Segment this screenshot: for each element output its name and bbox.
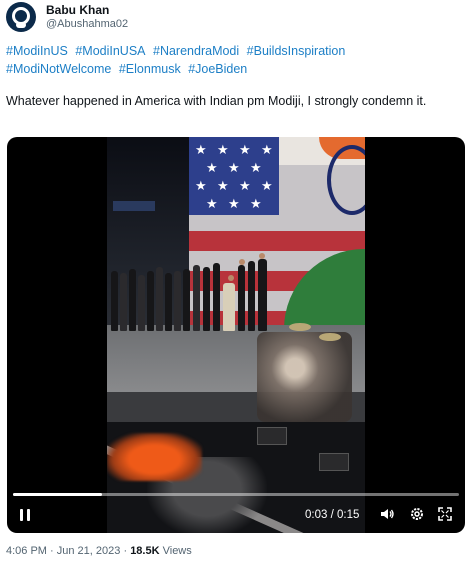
- star-icon: ★: [217, 178, 229, 193]
- hashtag-list: #ModiInUS #ModiInUSA #NarendraModi #Buil…: [6, 42, 466, 78]
- views-count: 18.5K: [130, 545, 160, 557]
- fullscreen-icon[interactable]: [437, 506, 453, 522]
- cymbal-shape: [289, 323, 311, 331]
- meta-separator: ·: [123, 545, 128, 557]
- person-figure: [238, 265, 245, 331]
- star-icon: ★: [228, 160, 240, 175]
- tweet-header: Babu Khan @Abushahma02: [6, 0, 128, 34]
- star-icon: ★: [250, 196, 262, 211]
- video-current-time: 0:03: [305, 509, 328, 521]
- foreground-orange-blur: [107, 433, 202, 481]
- video-player[interactable]: ★ ★ ★ ★ ★ ★ ★ ★ ★ ★ ★ ★ ★ ★ 0:03 / 0:15: [7, 137, 465, 533]
- star-icon: ★: [239, 142, 251, 157]
- video-time-display: 0:03 / 0:15: [305, 509, 359, 521]
- star-icon: ★: [195, 142, 207, 157]
- tweet-meta: 4:06 PM · Jun 21, 2023 · 18.5K Views: [6, 545, 192, 557]
- chakra-wheel-icon: [327, 145, 365, 215]
- person-figure: [165, 273, 172, 331]
- video-frame: ★ ★ ★ ★ ★ ★ ★ ★ ★ ★ ★ ★ ★ ★: [107, 137, 365, 533]
- hashtag-link[interactable]: #NarendraModi: [153, 44, 239, 58]
- hashtag-link[interactable]: #BuildsInspiration: [247, 44, 346, 58]
- people-on-stage: [107, 231, 277, 331]
- hashtag-link[interactable]: #ModiInUS: [6, 44, 68, 58]
- person-figure: [248, 261, 255, 331]
- video-duration: 0:15: [337, 509, 360, 521]
- star-icon: ★: [206, 160, 218, 175]
- pause-icon[interactable]: [17, 507, 33, 523]
- flag-canton: ★ ★ ★ ★ ★ ★ ★ ★ ★ ★ ★ ★ ★ ★: [189, 137, 279, 215]
- settings-gear-icon[interactable]: [409, 506, 425, 522]
- star-icon: ★: [261, 178, 273, 193]
- person-head: [259, 253, 265, 259]
- star-icon: ★: [228, 196, 240, 211]
- person-head: [239, 259, 245, 265]
- tweet-text: Whatever happened in America with Indian…: [6, 94, 427, 108]
- drum-kit: [257, 332, 352, 422]
- person-figure: [138, 275, 145, 331]
- star-icon: ★: [195, 178, 207, 193]
- person-figure: [120, 273, 127, 331]
- hashtag-link[interactable]: #JoeBiden: [188, 62, 247, 76]
- arena-sign-shape: [113, 201, 155, 211]
- star-icon: ★: [206, 196, 218, 211]
- star-icon: ★: [239, 178, 251, 193]
- video-progress-bar[interactable]: [13, 493, 459, 496]
- star-icon: ★: [250, 160, 262, 175]
- person-figure: [183, 269, 190, 331]
- avatar-tail-shape: [16, 22, 26, 28]
- person-head: [228, 275, 234, 281]
- views-label: Views: [162, 545, 192, 557]
- tweet-date[interactable]: Jun 21, 2023: [57, 545, 121, 557]
- tweet: Babu Khan @Abushahma02 #ModiInUS #ModiIn…: [0, 0, 472, 562]
- person-figure: [147, 271, 154, 331]
- video-progress-fill: [13, 493, 103, 496]
- hashtag-link[interactable]: #ModiNotWelcome: [6, 62, 111, 76]
- cymbal-shape: [319, 333, 341, 341]
- star-icon: ★: [217, 142, 229, 157]
- person-figure: [129, 269, 136, 331]
- hashtag-link[interactable]: #ModiInUSA: [75, 44, 145, 58]
- person-figure: [258, 259, 267, 331]
- person-figure: [111, 271, 118, 331]
- avatar[interactable]: [6, 2, 36, 32]
- person-figure: [203, 267, 210, 331]
- stage-monitor: [257, 427, 287, 445]
- video-controls: 0:03 / 0:15: [7, 487, 465, 533]
- person-figure: [174, 271, 181, 331]
- star-icon: ★: [261, 142, 273, 157]
- person-figure: [156, 267, 163, 331]
- video-time-separator: /: [330, 509, 334, 521]
- author-names: Babu Khan @Abushahma02: [46, 3, 128, 31]
- author-display-name[interactable]: Babu Khan: [46, 3, 128, 17]
- author-handle[interactable]: @Abushahma02: [46, 17, 128, 31]
- stage-monitor: [319, 453, 349, 471]
- person-figure: [213, 263, 220, 331]
- volume-icon[interactable]: [379, 506, 395, 522]
- meta-separator: ·: [50, 545, 54, 557]
- person-figure: [193, 265, 200, 331]
- hashtag-link[interactable]: #Elonmusk: [119, 62, 181, 76]
- tweet-time[interactable]: 4:06 PM: [6, 545, 47, 557]
- person-figure: [223, 283, 235, 331]
